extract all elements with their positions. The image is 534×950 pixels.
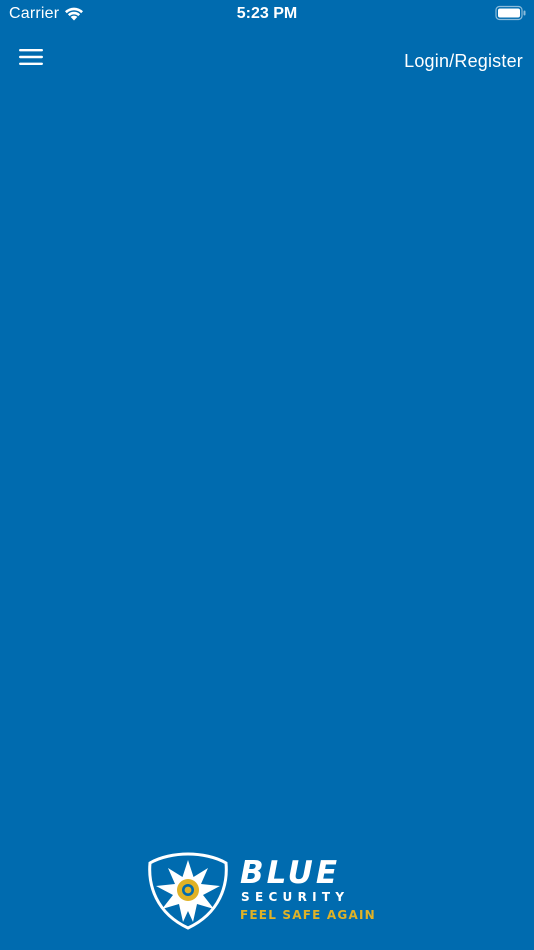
- shield-star-icon: [148, 852, 228, 930]
- logo-tagline: FEEL SAFE AGAIN: [240, 908, 376, 922]
- app-screen: { "status_bar": { "carrier": "Carrier", …: [0, 0, 534, 950]
- battery-icon: [495, 5, 527, 21]
- clock-label: 5:23 PM: [236, 5, 298, 22]
- status-bar: Carrier 5:23 PM: [0, 0, 534, 28]
- logo-subtitle: SECURITY: [241, 890, 350, 904]
- navigation-bar: Login/Register: [0, 40, 534, 84]
- blue-security-logo: BLUE SECURITY FEEL SAFE AGAIN: [146, 851, 388, 931]
- login-register-link[interactable]: Login/Register: [404, 51, 523, 72]
- hamburger-menu-icon: [19, 49, 43, 65]
- menu-button[interactable]: [14, 42, 48, 72]
- logo-wordmark: BLUE: [240, 855, 341, 891]
